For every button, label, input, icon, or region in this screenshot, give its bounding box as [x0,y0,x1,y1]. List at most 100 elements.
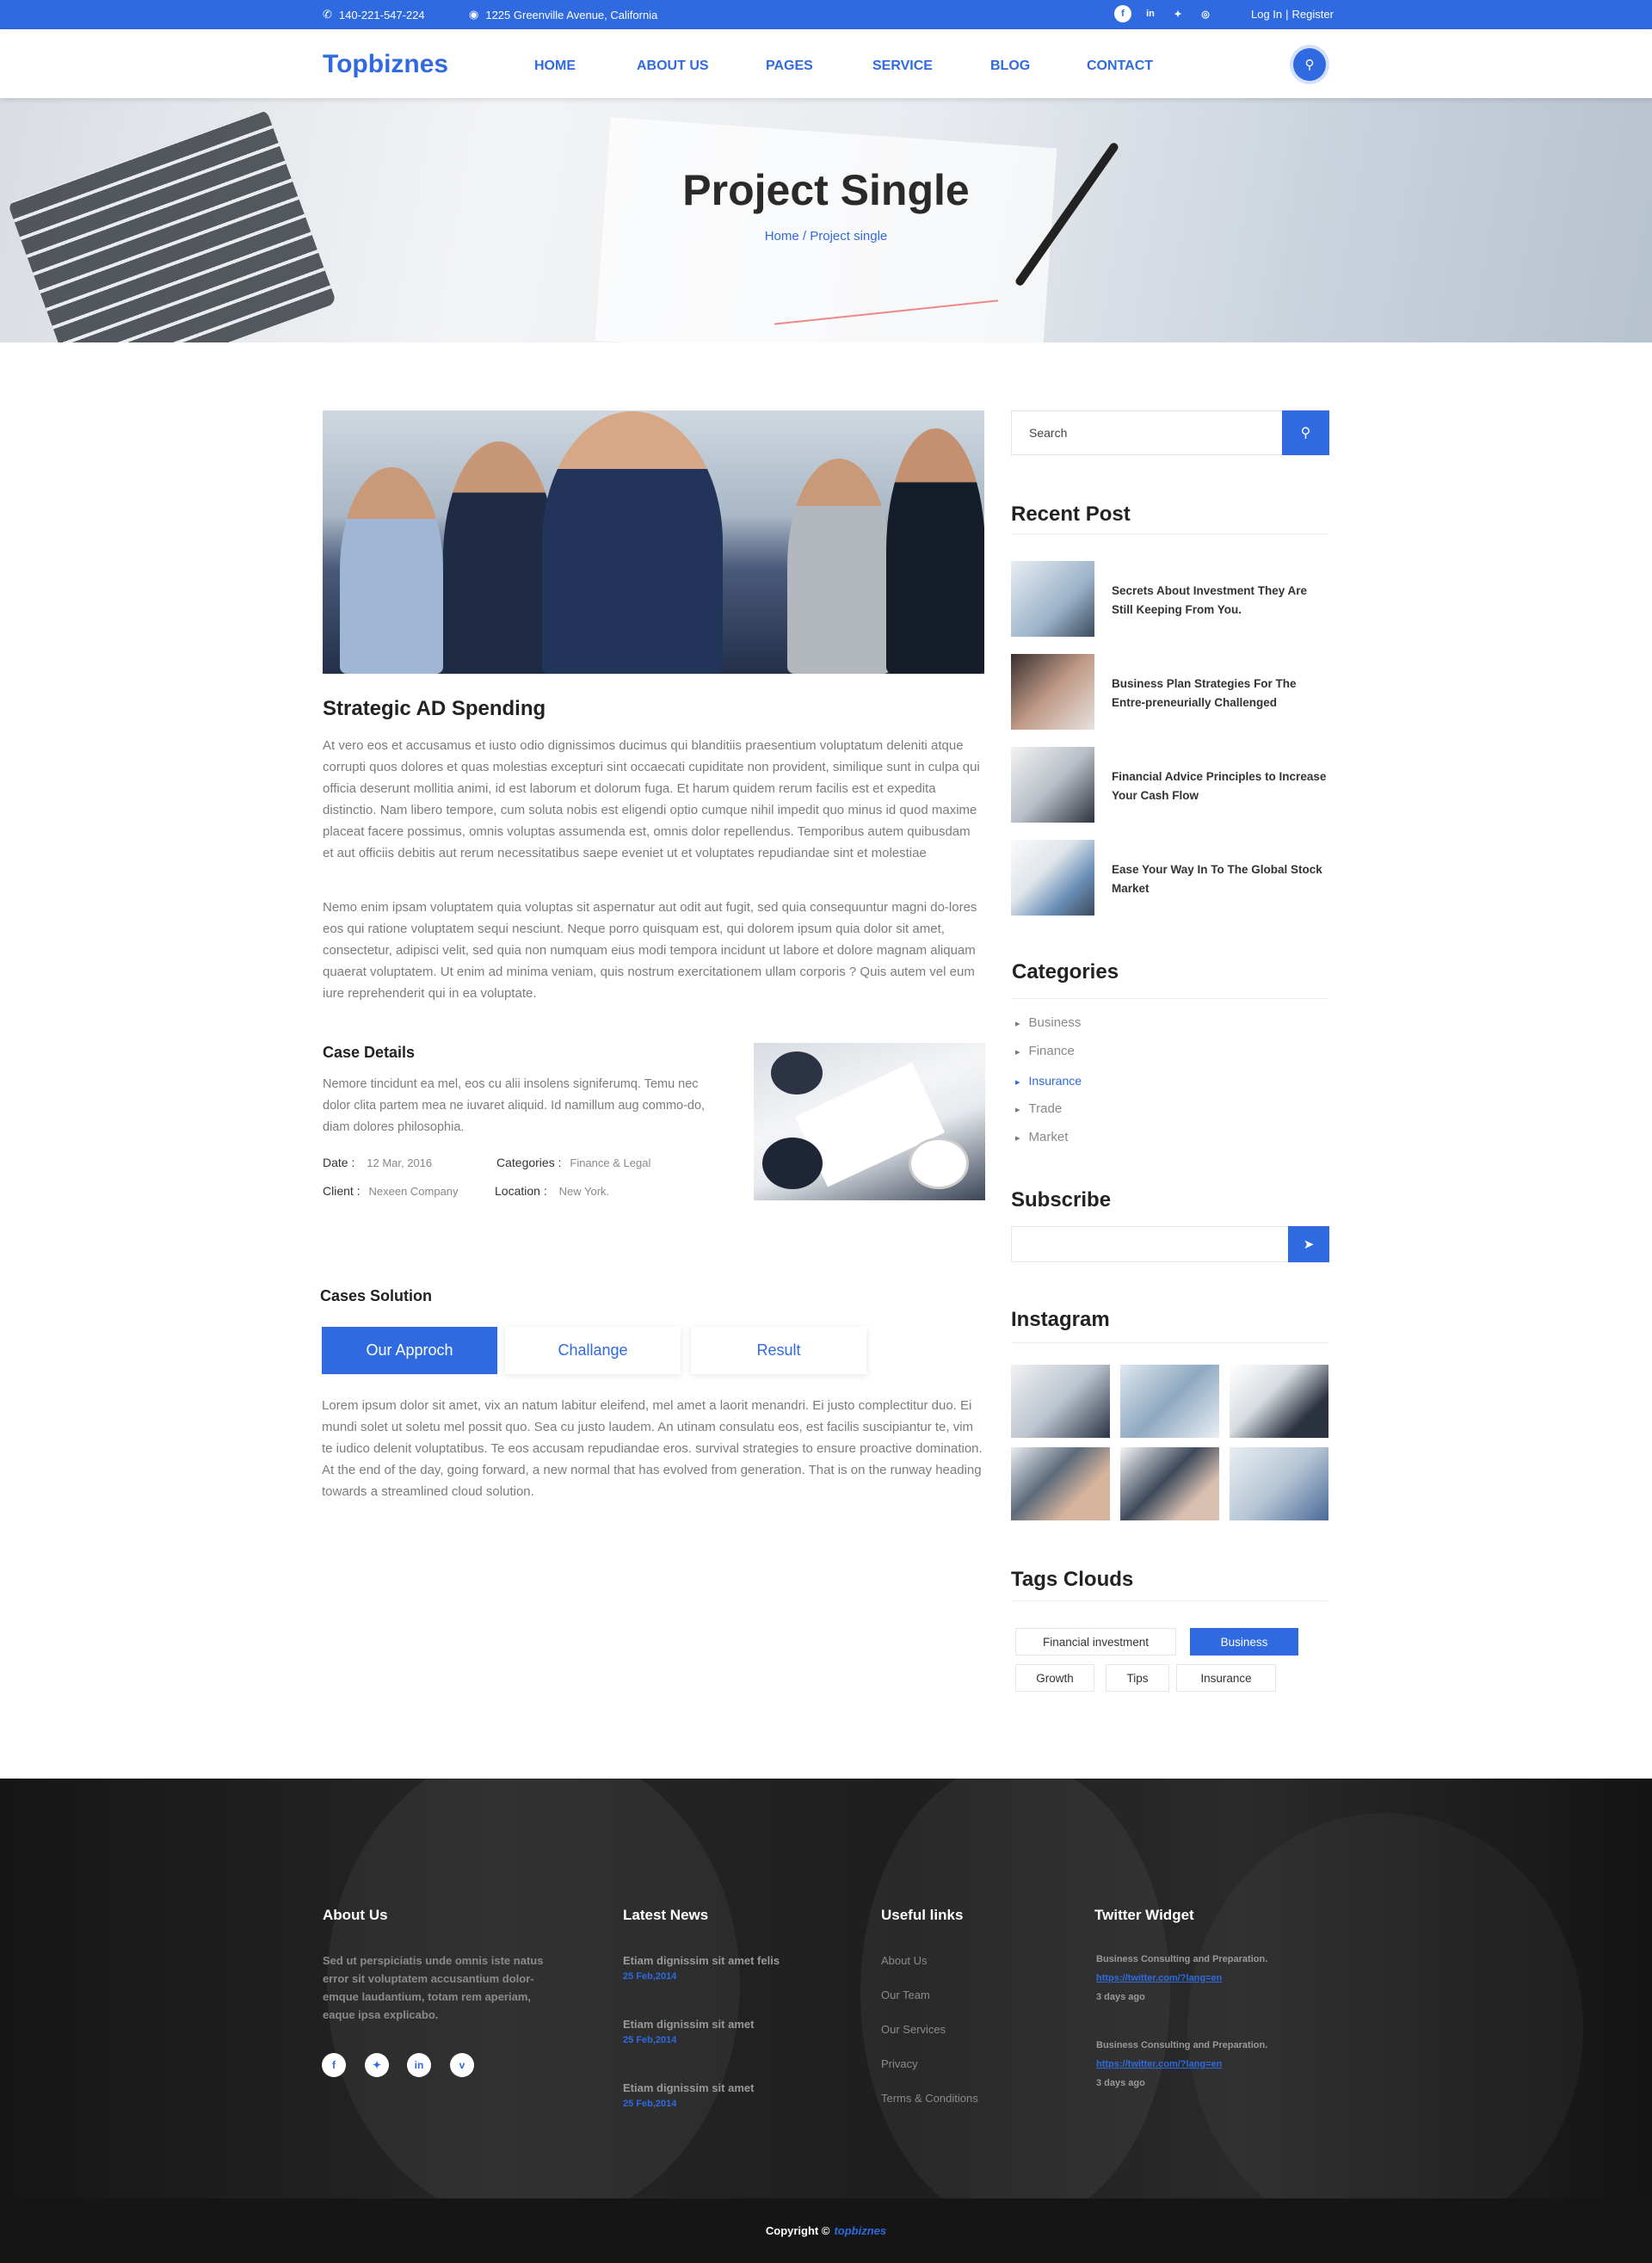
instagram-photo[interactable] [1120,1447,1219,1520]
auth-divider: | [1285,8,1289,21]
footer-twitter-title: Twitter Widget [1094,1907,1194,1923]
main-header: Topbiznes HOME ABOUT US PAGES SERVICE BL… [0,29,1652,98]
register-link[interactable]: Register [1292,8,1334,21]
recent-post-thumbnail [1011,654,1094,730]
divider [1011,1600,1329,1601]
copyright-brand-link[interactable]: topbiznes [834,2224,886,2237]
facebook-icon[interactable]: f [1114,5,1131,22]
linkedin-icon[interactable]: in [1142,5,1159,22]
page-title: Project Single [682,166,970,214]
footer-twitter-icon[interactable]: ✦ [365,2053,389,2077]
recent-post-title[interactable]: Financial Advice Principles to Increase … [1112,768,1331,805]
news-item-title[interactable]: Etiam dignissim sit amet [623,2015,754,2033]
footer-news-title: Latest News [623,1907,709,1923]
copyright-bar: Copyright © topbiznes [0,2198,1652,2263]
tag-business[interactable]: Business [1190,1628,1298,1656]
footer-linkedin-icon[interactable]: in [407,2053,431,2077]
date-label: Date : [323,1156,355,1169]
news-item-date: 25 Feb,2014 [623,1971,677,1982]
category-market[interactable]: Market [1015,1130,1069,1144]
instagram-photo[interactable] [1120,1365,1219,1438]
nav-home[interactable]: HOME [534,59,576,74]
tag-growth[interactable]: Growth [1015,1664,1094,1692]
subscribe-input[interactable] [1011,1226,1329,1262]
nav-pages[interactable]: PAGES [766,59,813,74]
tag-insurance[interactable]: Insurance [1176,1664,1276,1692]
tab-result[interactable]: Result [691,1327,866,1374]
send-icon: ➤ [1303,1237,1315,1252]
news-item-title[interactable]: Etiam dignissim sit amet felis [623,1952,780,1970]
client-label: Client : [323,1184,361,1198]
divider [1011,1342,1329,1343]
case-meeting-image [754,1043,985,1200]
case-client-row: Client : Nexeen Company [323,1184,459,1198]
twitter-icon[interactable]: ✦ [1169,5,1187,22]
hero-keyboard-image [7,108,337,342]
instagram-photo[interactable] [1011,1447,1110,1520]
instagram-photo[interactable] [1011,1365,1110,1438]
client-value: Nexeen Company [368,1185,459,1198]
search-icon: ⚲ [1304,58,1315,72]
nav-contact[interactable]: CONTACT [1087,59,1153,74]
footer-link-terms[interactable]: Terms & Conditions [881,2089,978,2107]
nav-about[interactable]: ABOUT US [637,59,709,74]
recent-post-title[interactable]: Business Plan Strategies For The Entre-p… [1112,675,1331,712]
category-insurance[interactable]: Insurance [1015,1074,1082,1088]
instagram-photo[interactable] [1230,1365,1328,1438]
date-value: 12 Mar, 2016 [367,1156,433,1169]
tab-our-approach[interactable]: Our Approch [322,1327,497,1374]
recent-post-item[interactable]: Financial Advice Principles to Increase … [1011,747,1329,823]
search-input[interactable]: Search [1029,426,1067,440]
category-finance[interactable]: Finance [1015,1044,1075,1058]
tag-financial-investment[interactable]: Financial investment [1015,1628,1176,1656]
categories-value: Finance & Legal [570,1156,651,1169]
nav-blog[interactable]: BLOG [990,59,1030,74]
phone-number: 140-221-547-224 [338,8,425,22]
tweet-time: 3 days ago [1096,1992,1145,2002]
sidebar-search-button[interactable]: ⚲ [1282,410,1329,455]
recent-post-title[interactable]: Secrets About Investment They Are Still … [1112,582,1331,620]
footer-link-services[interactable]: Our Services [881,2020,946,2038]
phone-icon: ✆ [323,8,332,21]
recent-post-item[interactable]: Business Plan Strategies For The Entre-p… [1011,654,1329,730]
tag-tips[interactable]: Tips [1106,1664,1169,1692]
site-logo[interactable]: Topbiznes [323,50,448,79]
header-search-button[interactable]: ⚲ [1293,48,1326,81]
category-business[interactable]: Business [1015,1015,1082,1030]
project-paragraph-1: At vero eos et accusamus et iusto odio d… [323,738,980,860]
instagram-title: Instagram [1011,1308,1110,1331]
recent-post-item[interactable]: Ease Your Way In To The Global Stock Mar… [1011,840,1329,916]
category-trade[interactable]: Trade [1015,1101,1063,1116]
recent-post-thumbnail [1011,840,1094,916]
tweet-link[interactable]: https://twitter.com/?lang=en [1096,1970,1222,1988]
breadcrumb[interactable]: Home / Project single [0,229,1652,244]
footer-vimeo-icon[interactable]: v [450,2053,474,2077]
tab-challange[interactable]: Challange [505,1327,681,1374]
page-hero: Project Single Home / Project single [0,98,1652,342]
recent-post-title[interactable]: Ease Your Way In To The Global Stock Mar… [1112,860,1331,898]
nav-service[interactable]: SERVICE [872,59,933,74]
case-categories-row: Categories : Finance & Legal [496,1156,650,1169]
footer-link-team[interactable]: Our Team [881,1986,930,2004]
login-link[interactable]: Log In [1251,8,1282,21]
recent-post-title: Recent Post [1011,503,1131,526]
tweet-link[interactable]: https://twitter.com/?lang=en [1096,2056,1222,2074]
tags-clouds-title: Tags Clouds [1011,1568,1134,1591]
case-location-row: Location : New York. [495,1184,609,1198]
address-info: ◉ 1225 Greenville Avenue, California [469,8,657,22]
recent-post-item[interactable]: Secrets About Investment They Are Still … [1011,561,1329,637]
footer-link-privacy[interactable]: Privacy [881,2055,918,2073]
footer-facebook-icon[interactable]: f [322,2053,346,2077]
footer-links-title: Useful links [881,1907,964,1923]
address-text: 1225 Greenville Avenue, California [485,8,658,22]
cases-solution-title: Cases Solution [320,1287,433,1304]
solution-text: Lorem ipsum dolor sit amet, vix an natum… [322,1398,983,1499]
sidebar-search: Search ⚲ [1011,410,1329,455]
categories-label: Categories : [496,1156,562,1169]
news-item-title[interactable]: Etiam dignissim sit amet [623,2079,754,2097]
case-date-row: Date : 12 Mar, 2016 [323,1156,432,1169]
subscribe-button[interactable]: ➤ [1288,1226,1329,1262]
dribbble-icon[interactable]: ◎ [1197,5,1214,22]
instagram-photo[interactable] [1230,1447,1328,1520]
footer-link-about[interactable]: About Us [881,1952,927,1970]
